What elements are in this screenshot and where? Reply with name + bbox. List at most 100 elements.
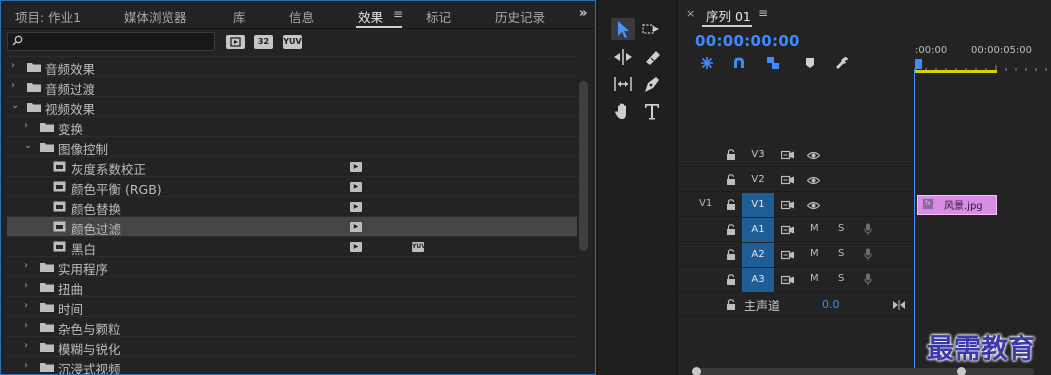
- yuv-filter-button[interactable]: YUV: [283, 35, 302, 49]
- playhead-timecode[interactable]: 00:00:00:00: [695, 32, 800, 50]
- 32bit-filter-button[interactable]: 32: [254, 35, 273, 49]
- panel-menu-icon[interactable]: ≡: [393, 7, 403, 21]
- effects-scrollbar-thumb[interactable]: [579, 81, 588, 251]
- lock-icon[interactable]: [726, 149, 736, 160]
- sync-lock-icon[interactable]: [781, 150, 794, 160]
- track-target-label[interactable]: V3: [742, 143, 774, 167]
- accelerated-effects-filter-button[interactable]: [226, 35, 245, 49]
- track-header-v2[interactable]: V2: [678, 168, 914, 192]
- track-header-a3[interactable]: A3 M S: [678, 268, 914, 292]
- microphone-icon[interactable]: [864, 248, 872, 261]
- lock-icon[interactable]: [726, 274, 736, 285]
- tree-folder-row[interactable]: › 实用程序: [7, 256, 577, 277]
- scrollbar-right-handle[interactable]: [957, 367, 966, 375]
- snap-magnet-icon[interactable]: [731, 55, 747, 71]
- linked-selection-icon[interactable]: [765, 55, 781, 71]
- source-patch-label[interactable]: V1: [699, 198, 712, 209]
- chevron-right-icon[interactable]: ›: [24, 260, 34, 272]
- tree-folder-row[interactable]: › 时间: [7, 296, 577, 317]
- tree-folder-row[interactable]: › 音频过渡: [7, 76, 577, 97]
- tree-folder-row[interactable]: ⌄ 图像控制: [7, 136, 577, 157]
- track-content-area[interactable]: fx 风景.jpg: [915, 143, 1051, 323]
- lock-icon[interactable]: [726, 199, 736, 210]
- eye-icon[interactable]: [807, 201, 820, 210]
- ripple-edit-tool-icon[interactable]: [611, 46, 635, 68]
- slip-tool-icon[interactable]: [611, 73, 635, 95]
- sequence-tab[interactable]: 序列 01: [706, 6, 751, 25]
- track-header-a2[interactable]: A2 M S: [678, 243, 914, 267]
- playhead-handle[interactable]: [915, 59, 922, 69]
- tree-folder-row[interactable]: › 沉浸式视频: [7, 356, 577, 374]
- close-sequence-icon[interactable]: ×: [686, 7, 695, 20]
- chevron-right-icon[interactable]: ›: [24, 280, 34, 292]
- master-track-header[interactable]: 主声道 0.0: [678, 293, 914, 317]
- chevron-right-icon[interactable]: ›: [24, 320, 34, 332]
- wrench-icon[interactable]: [834, 55, 850, 71]
- tree-folder-row[interactable]: › 模糊与锐化: [7, 336, 577, 357]
- razor-tool-icon[interactable]: [640, 46, 664, 68]
- chevron-down-icon[interactable]: ⌄: [11, 100, 21, 112]
- track-select-tool-icon[interactable]: [640, 18, 664, 40]
- chevron-right-icon[interactable]: ›: [24, 120, 34, 132]
- track-target-label[interactable]: V1: [742, 193, 774, 217]
- timeline-horizontal-scrollbar[interactable]: [694, 368, 1034, 375]
- tree-effect-row[interactable]: 颜色平衡 (RGB) ▶: [7, 176, 577, 197]
- lock-icon[interactable]: [726, 224, 736, 235]
- add-marker-icon[interactable]: [802, 55, 818, 71]
- tree-folder-row[interactable]: › 扭曲: [7, 276, 577, 297]
- mute-button[interactable]: M: [810, 223, 819, 234]
- sync-lock-icon[interactable]: [781, 225, 794, 235]
- chevron-right-icon[interactable]: ›: [24, 300, 34, 312]
- chevron-right-icon[interactable]: ›: [24, 360, 34, 372]
- lock-icon[interactable]: [726, 299, 736, 310]
- track-header-v1[interactable]: V1 V1: [678, 193, 914, 217]
- effects-search-input[interactable]: [7, 32, 215, 51]
- tab-overflow-icon[interactable]: »: [579, 6, 587, 21]
- tree-folder-row[interactable]: ⌄ 视频效果: [7, 96, 577, 117]
- tree-folder-row[interactable]: › 杂色与颗粒: [7, 316, 577, 337]
- chevron-down-icon[interactable]: ⌄: [24, 140, 34, 152]
- track-target-label[interactable]: A1: [742, 218, 774, 242]
- tree-effect-row[interactable]: 颜色过滤 ▶: [7, 216, 577, 237]
- tab-history[interactable]: 历史记录: [495, 7, 545, 25]
- microphone-icon[interactable]: [864, 223, 872, 236]
- track-target-label[interactable]: A2: [742, 243, 774, 267]
- tree-folder-row[interactable]: › 变换: [7, 116, 577, 137]
- microphone-icon[interactable]: [864, 273, 872, 286]
- chevron-right-icon[interactable]: ›: [11, 60, 21, 72]
- tree-effect-row[interactable]: 颜色替换 ▶: [7, 196, 577, 217]
- sync-lock-icon[interactable]: [781, 250, 794, 260]
- timeline-menu-icon[interactable]: ≡: [758, 6, 768, 20]
- pen-tool-icon[interactable]: [640, 73, 664, 95]
- selection-tool-icon[interactable]: [611, 18, 635, 40]
- tab-project[interactable]: 项目: 作业1: [15, 7, 81, 25]
- track-target-label[interactable]: V2: [742, 168, 774, 192]
- tab-info[interactable]: 信息: [289, 7, 314, 25]
- track-header-a1[interactable]: A1 M S: [678, 218, 914, 242]
- hand-tool-icon[interactable]: [611, 100, 635, 122]
- solo-button[interactable]: S: [838, 223, 844, 234]
- solo-button[interactable]: S: [838, 248, 844, 259]
- track-header-v3[interactable]: V3: [678, 143, 914, 167]
- solo-button[interactable]: S: [838, 273, 844, 284]
- type-tool-icon[interactable]: [640, 100, 664, 122]
- tree-effect-row[interactable]: 灰度系数校正 ▶: [7, 156, 577, 177]
- lock-icon[interactable]: [726, 249, 736, 260]
- go-to-out-point-icon[interactable]: [893, 300, 905, 310]
- tab-markers[interactable]: 标记: [426, 7, 451, 25]
- master-volume-value[interactable]: 0.0: [822, 298, 840, 311]
- chevron-right-icon[interactable]: ›: [24, 340, 34, 352]
- scrollbar-left-handle[interactable]: [692, 367, 701, 375]
- eye-icon[interactable]: [807, 151, 820, 160]
- tab-effects[interactable]: 效果: [358, 7, 383, 25]
- tree-effect-row[interactable]: 黑白 ▶ YUV: [7, 236, 577, 257]
- work-area-bar[interactable]: [915, 70, 997, 73]
- tab-libraries[interactable]: 库: [233, 7, 246, 25]
- sync-lock-icon[interactable]: [781, 275, 794, 285]
- tree-folder-row[interactable]: › 音频效果: [7, 56, 577, 77]
- timeline-clip[interactable]: fx 风景.jpg: [917, 195, 997, 215]
- chevron-right-icon[interactable]: ›: [11, 80, 21, 92]
- mute-button[interactable]: M: [810, 248, 819, 259]
- tab-media-browser[interactable]: 媒体浏览器: [124, 7, 187, 25]
- sync-lock-icon[interactable]: [781, 200, 794, 210]
